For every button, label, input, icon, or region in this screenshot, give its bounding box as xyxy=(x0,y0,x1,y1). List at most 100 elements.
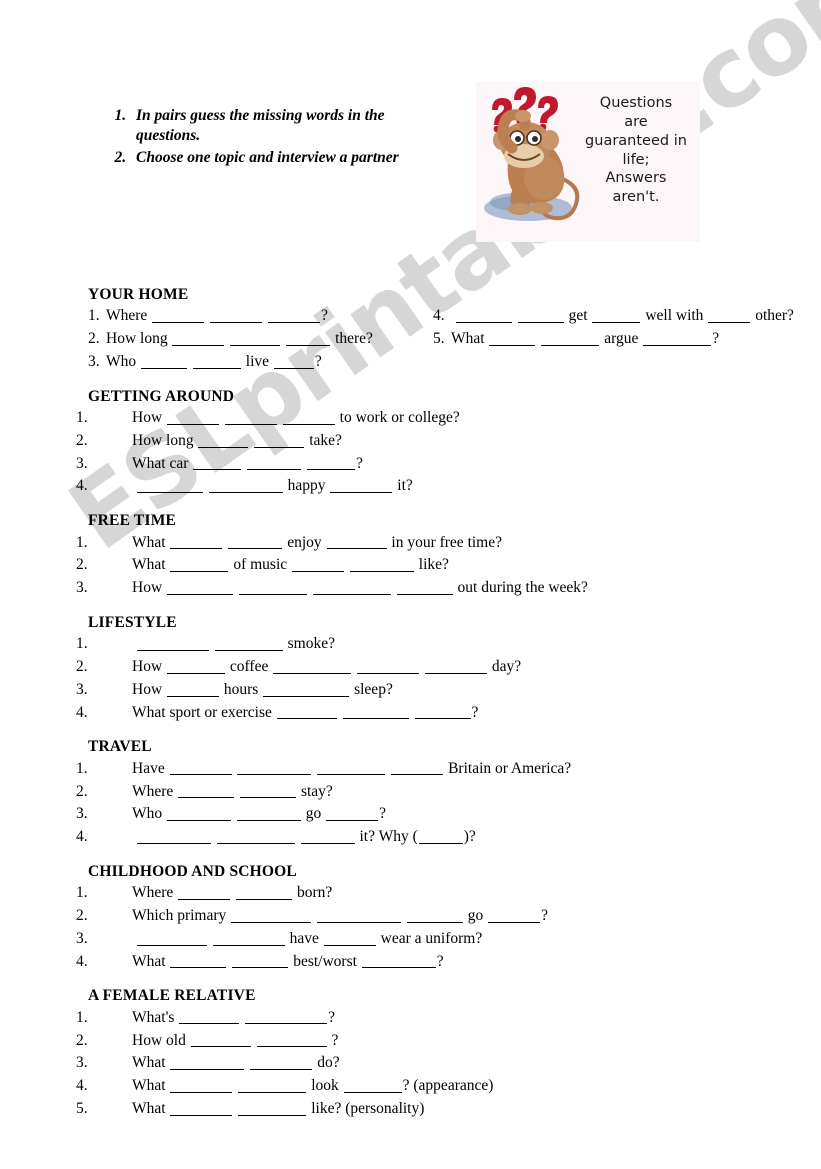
answer-blank[interactable] xyxy=(178,884,231,900)
answer-blank[interactable] xyxy=(391,760,444,776)
question-text xyxy=(278,409,282,426)
answer-blank[interactable] xyxy=(170,953,227,969)
answer-blank[interactable] xyxy=(208,477,283,494)
answer-blank[interactable] xyxy=(169,760,232,776)
answer-blank[interactable] xyxy=(286,330,331,346)
answer-blank[interactable] xyxy=(230,330,281,346)
question-text: hours xyxy=(220,680,263,698)
answer-blank[interactable] xyxy=(193,455,242,471)
answer-blank[interactable] xyxy=(307,455,355,471)
answer-blank[interactable] xyxy=(136,828,211,844)
question-number: 3. xyxy=(76,454,88,472)
answer-blank[interactable] xyxy=(152,307,205,323)
answer-blank[interactable] xyxy=(517,307,564,323)
answer-blank[interactable] xyxy=(190,1032,251,1048)
answer-blank[interactable] xyxy=(254,432,305,448)
answer-blank[interactable] xyxy=(250,1054,313,1070)
answer-blank[interactable] xyxy=(247,455,302,471)
answer-blank[interactable] xyxy=(198,432,249,448)
answer-blank[interactable] xyxy=(406,907,463,923)
answer-blank[interactable] xyxy=(276,704,337,720)
answer-blank[interactable] xyxy=(256,1032,327,1048)
answer-blank[interactable] xyxy=(326,805,379,821)
answer-blank[interactable] xyxy=(326,534,387,550)
answer-blank[interactable] xyxy=(236,884,293,900)
answer-blank[interactable] xyxy=(228,534,283,550)
answer-blank[interactable] xyxy=(489,330,536,346)
answer-blank[interactable] xyxy=(592,307,641,323)
answer-blank[interactable] xyxy=(167,658,226,674)
answer-blank[interactable] xyxy=(245,1009,328,1025)
answer-blank[interactable] xyxy=(263,681,350,697)
answer-blank[interactable] xyxy=(141,353,188,369)
answer-blank[interactable] xyxy=(210,307,263,323)
answer-blank[interactable] xyxy=(170,534,223,550)
worksheet-section: YOUR HOME 1. Where ? 2. How long there? 3. Who… xyxy=(88,285,794,374)
answer-blank[interactable] xyxy=(170,1077,233,1093)
answer-blank[interactable] xyxy=(232,953,289,969)
answer-blank[interactable] xyxy=(238,1100,307,1116)
question-text xyxy=(420,658,424,675)
answer-blank[interactable] xyxy=(170,1100,233,1116)
answer-blank[interactable] xyxy=(317,907,402,923)
answer-blank[interactable] xyxy=(170,556,229,572)
answer-blank[interactable] xyxy=(224,409,277,425)
answer-blank[interactable] xyxy=(170,1054,245,1070)
answer-blank[interactable] xyxy=(273,658,352,674)
answer-blank[interactable] xyxy=(178,783,235,799)
answer-blank[interactable] xyxy=(267,307,320,323)
question-number: 1. xyxy=(76,409,88,427)
question-text xyxy=(188,353,192,370)
answer-blank[interactable] xyxy=(136,635,209,651)
answer-blank[interactable] xyxy=(167,805,232,821)
answer-blank[interactable] xyxy=(357,658,420,674)
answer-blank[interactable] xyxy=(136,930,207,946)
answer-blank[interactable] xyxy=(343,1077,402,1093)
question-text: born? xyxy=(293,884,333,902)
answer-blank[interactable] xyxy=(172,330,225,346)
question-text: well with xyxy=(641,307,708,325)
answer-blank[interactable] xyxy=(231,907,312,923)
answer-blank[interactable] xyxy=(167,409,220,425)
answer-blank[interactable] xyxy=(643,330,712,346)
question-text: like? (personality) xyxy=(307,1099,425,1117)
question-text: ? xyxy=(436,952,444,970)
answer-blank[interactable] xyxy=(342,704,409,720)
answer-blank[interactable] xyxy=(330,477,393,494)
answer-blank[interactable] xyxy=(167,579,234,595)
answer-blank[interactable] xyxy=(323,930,376,946)
answer-blank[interactable] xyxy=(292,556,345,572)
answer-blank[interactable] xyxy=(488,907,541,923)
caption-line: Questions xyxy=(599,95,673,111)
answer-blank[interactable] xyxy=(192,353,241,369)
answer-blank[interactable] xyxy=(179,1009,240,1025)
question-text: )? xyxy=(463,828,476,846)
answer-blank[interactable] xyxy=(418,828,463,844)
answer-blank[interactable] xyxy=(541,330,600,346)
answer-blank[interactable] xyxy=(212,930,285,946)
answer-blank[interactable] xyxy=(282,409,335,425)
answer-blank[interactable] xyxy=(396,579,453,595)
answer-blank[interactable] xyxy=(300,828,355,844)
question-line: 2. How long take? xyxy=(76,430,778,453)
answer-blank[interactable] xyxy=(312,579,391,595)
answer-blank[interactable] xyxy=(273,353,314,369)
answer-blank[interactable] xyxy=(238,1077,307,1093)
answer-blank[interactable] xyxy=(236,805,301,821)
answer-blank[interactable] xyxy=(424,658,487,674)
question-text: Who xyxy=(132,805,167,823)
answer-blank[interactable] xyxy=(136,477,203,494)
answer-blank[interactable] xyxy=(167,681,220,697)
answer-blank[interactable] xyxy=(349,556,414,572)
answer-blank[interactable] xyxy=(216,828,295,844)
answer-blank[interactable] xyxy=(240,783,297,799)
answer-blank[interactable] xyxy=(237,760,312,776)
answer-blank[interactable] xyxy=(361,953,436,969)
answer-blank[interactable] xyxy=(455,307,512,323)
answer-blank[interactable] xyxy=(708,307,751,323)
question-text xyxy=(536,330,540,347)
answer-blank[interactable] xyxy=(238,579,307,595)
answer-blank[interactable] xyxy=(214,635,283,651)
answer-blank[interactable] xyxy=(414,704,471,720)
answer-blank[interactable] xyxy=(317,760,386,776)
